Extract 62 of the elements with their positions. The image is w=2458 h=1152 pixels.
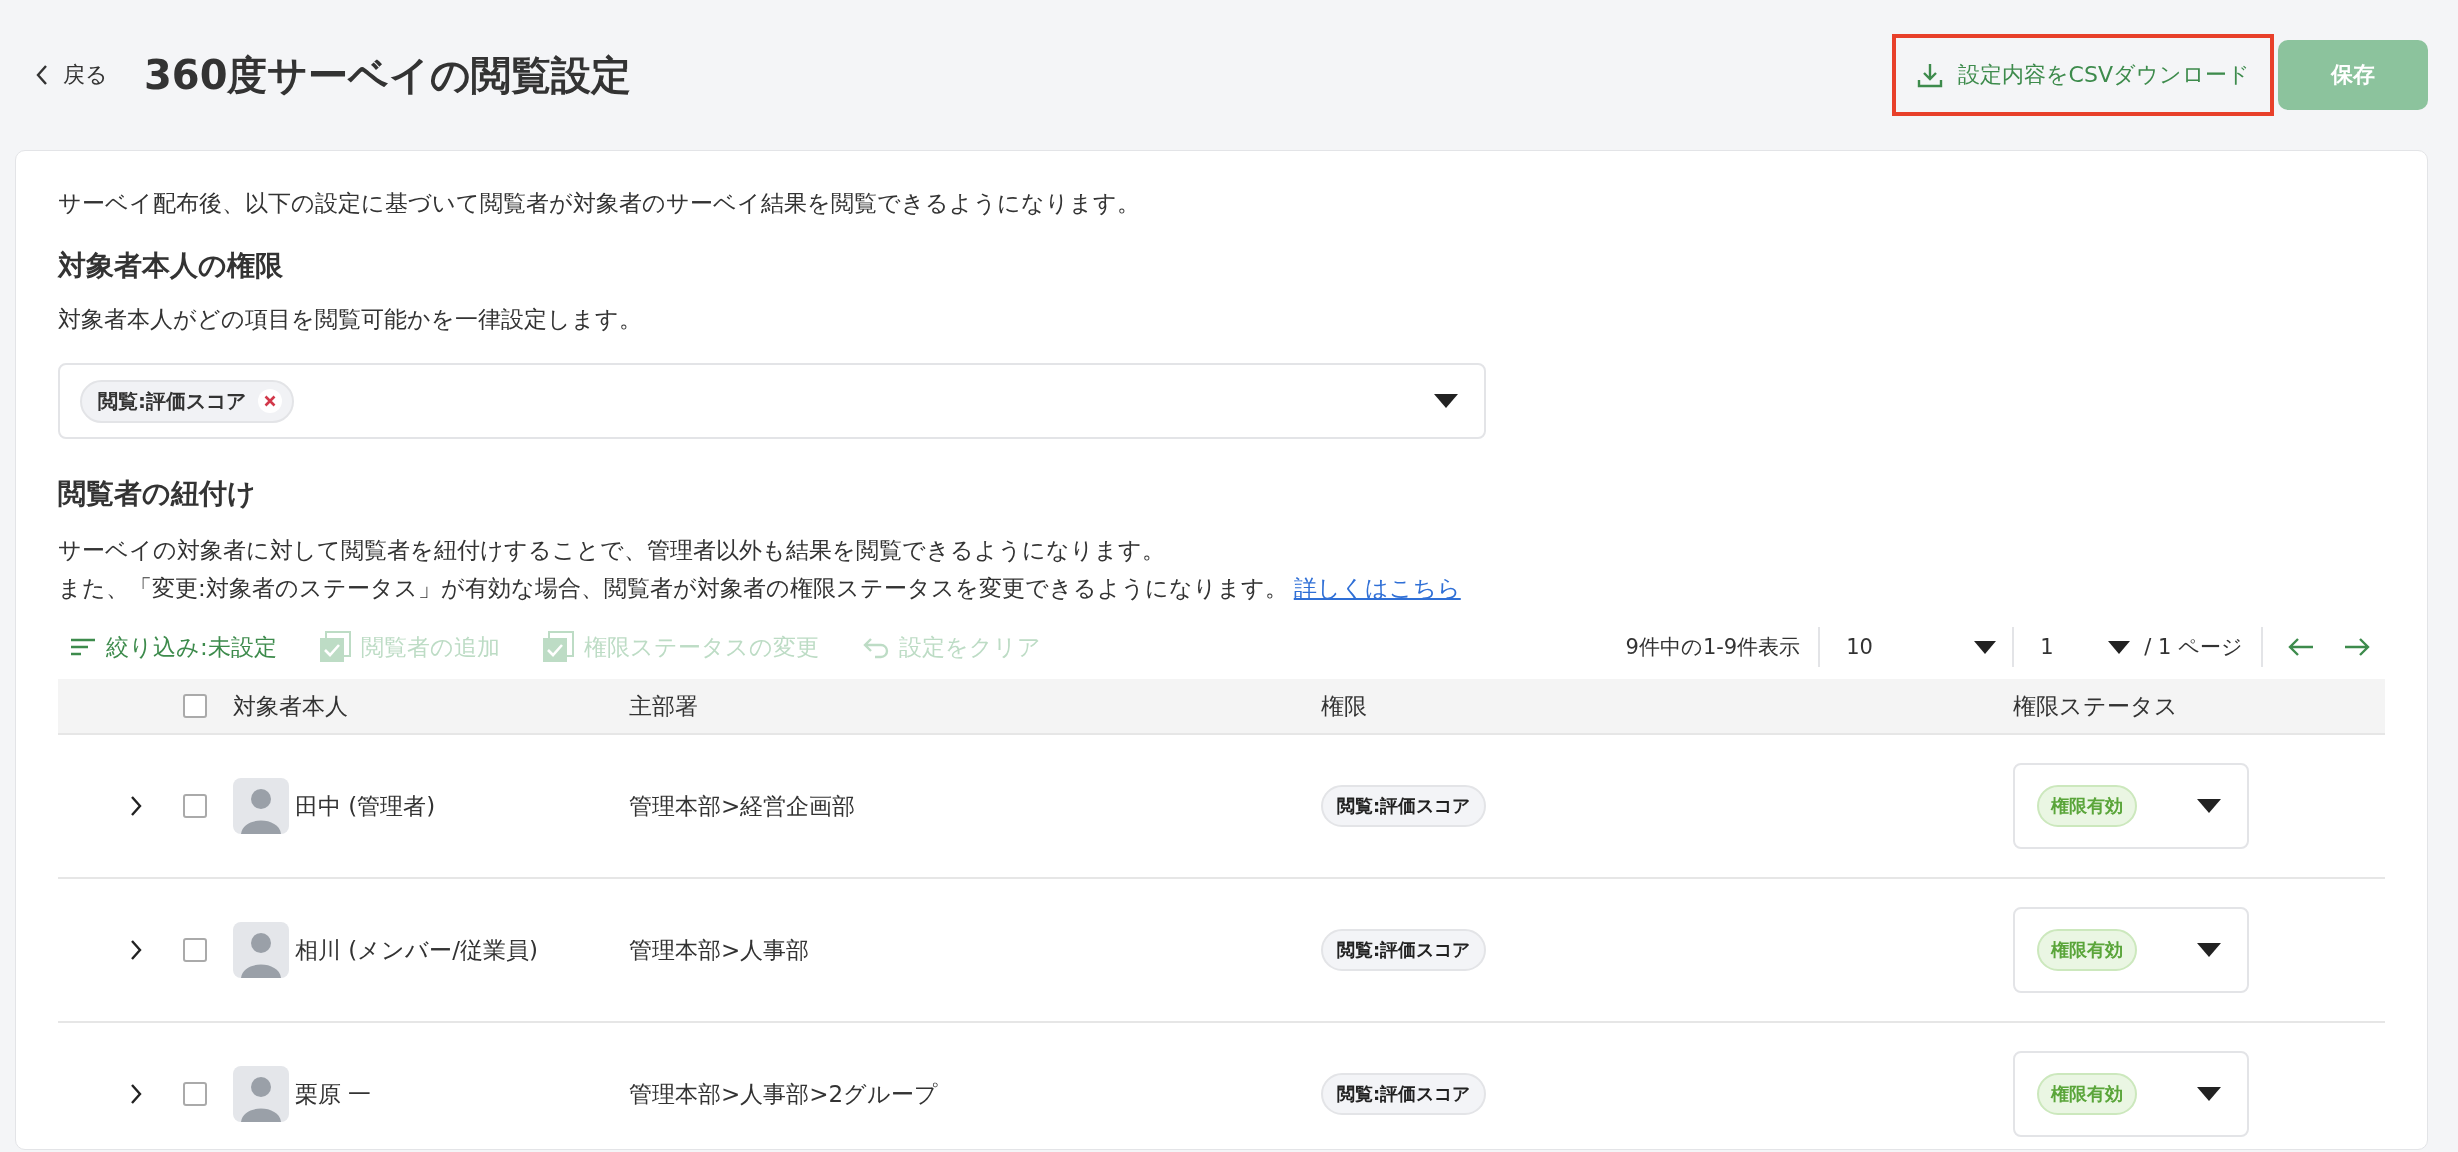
chevron-right-icon[interactable]	[128, 794, 143, 818]
person-name: 栗原 一	[295, 1079, 372, 1109]
page-select[interactable]: 1	[2024, 635, 2137, 659]
remove-icon[interactable]	[258, 389, 282, 413]
dropdown-icon	[1974, 640, 1997, 654]
status-tag: 権限有効	[2037, 785, 2137, 827]
column-header: 権限	[1321, 692, 1367, 719]
arrow-left-icon[interactable]	[2287, 636, 2315, 658]
status-tag: 権限有効	[2037, 1073, 2137, 1115]
dropdown-icon	[2197, 1087, 2221, 1101]
department-text: 管理本部>人事部>2グループ	[629, 1080, 939, 1107]
dropdown-icon	[2108, 640, 2131, 654]
page-title: 360度サーベイの閲覧設定	[144, 50, 632, 100]
permission-tag: 閲覧:評価スコア	[1321, 785, 1487, 827]
section-description: サーベイの対象者に対して閲覧者を紐付けすることで、管理者以外も結果を閲覧できるようになります。	[58, 536, 1166, 565]
department-text: 管理本部>経営企画部	[629, 792, 856, 819]
per-page-select[interactable]: 10	[1830, 635, 2003, 659]
avatar-icon	[233, 778, 289, 834]
checkbox-icon	[318, 631, 351, 663]
status-tag: 権限有効	[2037, 929, 2137, 971]
chevron-right-icon[interactable]	[128, 938, 143, 962]
section-description: また、「変更:対象者のステータス」が有効な場合、閲覧者が対象者の権限ステータスを変更できるようになります。 詳しくはこちら	[58, 574, 1462, 603]
page-total: / 1 ページ	[2143, 634, 2244, 661]
permission-tag: 閲覧:評価スコア	[1321, 1073, 1487, 1115]
section-heading: 閲覧者の紐付け	[58, 476, 257, 512]
back-link[interactable]: 戻る	[35, 60, 108, 90]
chevron-left-icon	[35, 64, 49, 86]
column-header: 権限ステータス	[2013, 692, 2178, 719]
intro-text: サーベイ配布後、以下の設定に基づいて閲覧者が対象者のサーベイ結果を閲覧できるようになります。	[58, 189, 1141, 218]
person-name: 田中 (管理者)	[295, 791, 436, 821]
section-heading: 対象者本人の権限	[58, 248, 284, 284]
select-value: 10	[1846, 635, 1873, 659]
column-header: 主部署	[629, 692, 698, 719]
dropdown-icon	[1434, 394, 1458, 408]
status-select[interactable]: 権限有効	[2013, 1051, 2249, 1137]
toolbar-button[interactable]: 絞り込み:未設定	[58, 631, 307, 663]
row-checkbox[interactable]	[183, 794, 207, 818]
permission-select[interactable]: 閲覧:評価スコア	[58, 363, 1486, 439]
result-count: 9件中の1-9件表示	[1624, 634, 1802, 661]
row-checkbox[interactable]	[183, 1082, 207, 1106]
dropdown-icon	[2197, 943, 2221, 957]
chevron-right-icon[interactable]	[128, 1082, 143, 1106]
dropdown-icon	[2197, 799, 2221, 813]
avatar-icon	[233, 922, 289, 978]
arrow-right-icon[interactable]	[2343, 636, 2371, 658]
select-value: 1	[2040, 635, 2054, 659]
csv-download-button[interactable]: 設定内容をCSVダウンロード	[1891, 34, 2274, 116]
permission-tag: 閲覧:評価スコア	[1321, 929, 1487, 971]
department-text: 管理本部>人事部	[629, 936, 810, 963]
avatar-icon	[233, 1066, 289, 1122]
select-all-checkbox[interactable]	[183, 694, 207, 718]
status-select[interactable]: 権限有効	[2013, 763, 2249, 849]
filter-icon	[70, 637, 96, 657]
row-checkbox[interactable]	[183, 938, 207, 962]
section-description: 対象者本人がどの項目を閲覧可能かを一律設定します。	[58, 305, 643, 334]
chip-label: 閲覧:評価スコア	[98, 387, 246, 415]
details-link[interactable]: 詳しくはこちら	[1293, 575, 1461, 601]
download-icon	[1915, 61, 1944, 89]
status-select[interactable]: 権限有効	[2013, 907, 2249, 993]
checkbox-icon	[541, 631, 574, 663]
person-name: 相川 (メンバー/従業員)	[295, 935, 538, 965]
column-header: 対象者本人	[233, 691, 348, 721]
